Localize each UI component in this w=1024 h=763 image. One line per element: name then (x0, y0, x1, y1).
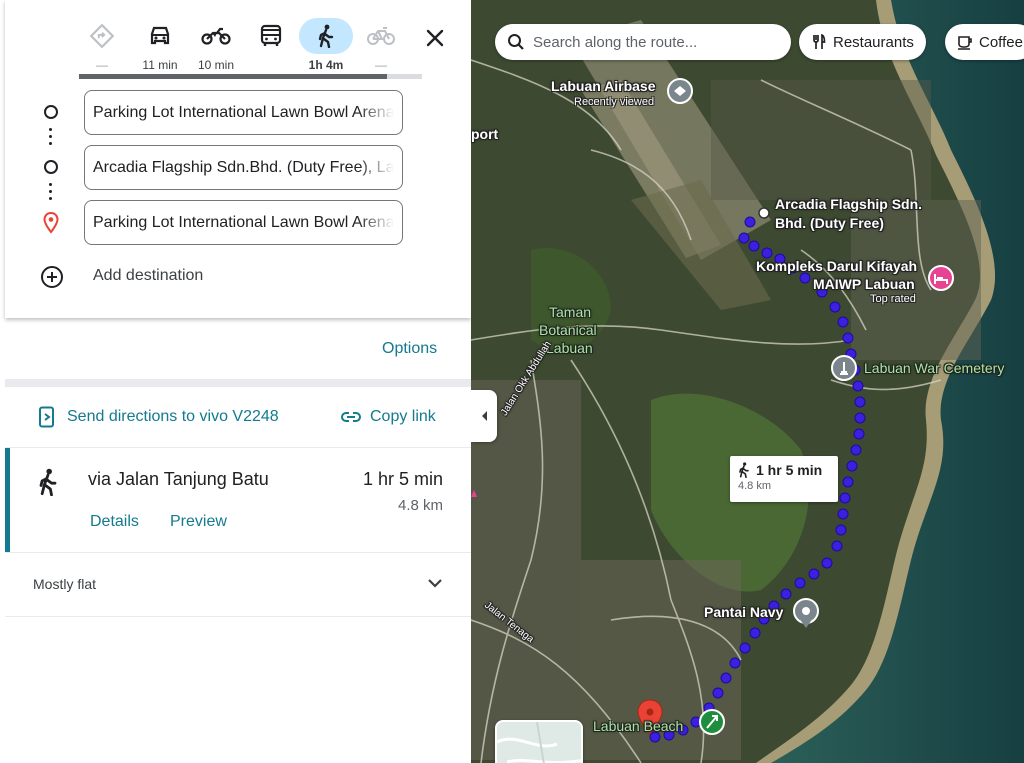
directions-diamond-icon (75, 18, 129, 54)
mode-tab-indicator (79, 74, 422, 79)
mode-walking[interactable]: 1h 4m (298, 18, 354, 74)
walk-icon (739, 462, 749, 478)
mode-cycling[interactable]: — (353, 18, 409, 74)
walk-icon (299, 18, 353, 54)
coffee-cup-icon (958, 36, 972, 50)
chevron-left-icon (482, 411, 487, 421)
search-along-route-input[interactable]: Search along the route... (495, 24, 791, 60)
place-label[interactable]: MAIWP Labuan (813, 276, 915, 292)
send-directions-button[interactable]: Send directions to vivo V2248 (67, 408, 279, 426)
waypoint-mid-input[interactable]: Arcadia Flagship Sdn.Bhd. (Duty Free), L… (84, 145, 403, 190)
waypoint-connector (49, 183, 53, 204)
collapse-panel-button[interactable] (471, 390, 497, 442)
place-label[interactable]: Labuan Airbase (551, 78, 656, 94)
divider (5, 552, 471, 553)
fork-knife-icon (813, 34, 826, 49)
place-label[interactable]: port (471, 126, 498, 142)
close-directions-button[interactable] (419, 22, 451, 54)
chip-restaurants-label: Restaurants (833, 33, 914, 51)
red-pin-icon (43, 212, 59, 234)
car-icon (133, 18, 187, 54)
directions-header: — 11 min 10 min 1h 4m — Parking Lot Inte… (5, 0, 471, 318)
link-icon[interactable] (341, 409, 361, 425)
search-placeholder: Search along the route... (533, 33, 698, 51)
add-destination-button[interactable]: Add destination (93, 267, 203, 285)
route-via-label: via Jalan Tanjung Batu (88, 469, 269, 489)
waypoint-end-value: Parking Lot International Lawn Bowl Aren… (93, 213, 394, 231)
waypoint-start-circle-icon (44, 105, 58, 119)
mode-transit-duration (243, 58, 299, 72)
place-label[interactable]: Labuan War Cemetery (864, 360, 1004, 376)
map-canvas[interactable]: Search along the route... Restaurants Co… (471, 0, 1024, 763)
eta-distance: 4.8 km (738, 480, 772, 492)
search-icon (508, 34, 524, 50)
place-sublabel: Recently viewed (574, 96, 655, 108)
close-icon (426, 29, 444, 47)
mode-driving[interactable]: 11 min (132, 18, 188, 74)
mode-tab-indicator-fill (79, 74, 387, 79)
send-to-phone-icon[interactable] (38, 406, 56, 428)
elevation-summary[interactable]: Mostly flat (33, 576, 96, 592)
place-label[interactable]: Pantai Navy (704, 604, 783, 620)
mode-cycling-duration: — (375, 58, 387, 72)
bicycle-icon (354, 18, 408, 54)
eta-duration: 1 hr 5 min (756, 462, 823, 478)
mode-motorcycle-duration: 10 min (197, 58, 235, 72)
section-divider (5, 379, 471, 387)
options-button[interactable]: Options (382, 340, 437, 358)
chevron-down-icon[interactable] (427, 577, 443, 589)
chip-coffee[interactable]: Coffee (945, 24, 1024, 60)
mode-walking-duration: 1h 4m (308, 58, 344, 72)
route-duration: 1 hr 5 min (362, 469, 443, 489)
copy-link-button[interactable]: Copy link (370, 408, 436, 426)
route-eta-bubble[interactable]: 1 hr 5 min 4.8 km (730, 456, 838, 502)
route-details-button[interactable]: Details (90, 513, 139, 531)
place-label[interactable]: Bhd. (Duty Free) (775, 215, 884, 231)
layers-thumbnail (497, 722, 581, 763)
waypoint-mid-value: Arcadia Flagship Sdn.Bhd. (Duty Free), L… (93, 158, 394, 176)
waypoint-connector (49, 128, 53, 149)
motorcycle-icon (189, 18, 243, 54)
place-label[interactable]: Labuan (546, 340, 593, 356)
selected-route-accent (5, 448, 10, 552)
add-circle-icon[interactable] (40, 265, 64, 289)
mode-driving-duration: 11 min (142, 58, 178, 72)
place-label[interactable]: Labuan Beach (593, 718, 683, 734)
waypoint-mid-circle-icon (44, 160, 58, 174)
divider (5, 616, 471, 617)
mode-best[interactable]: — (74, 18, 130, 74)
directions-panel: — 11 min 10 min 1h 4m — Parking Lot Inte… (0, 0, 471, 763)
satellite-imagery (471, 0, 1024, 763)
waypoint-end-input[interactable]: Parking Lot International Lawn Bowl Aren… (84, 200, 403, 245)
place-label[interactable]: Taman (549, 304, 591, 320)
walk-icon (39, 468, 57, 496)
chip-restaurants[interactable]: Restaurants (799, 24, 926, 60)
place-sublabel: Top rated (870, 293, 916, 305)
map-layers-button[interactable] (495, 720, 583, 763)
waypoint-start-input[interactable]: Parking Lot International Lawn Bowl Aren… (84, 90, 403, 135)
mode-best-duration: — (96, 58, 108, 72)
waypoint-marker (758, 207, 770, 219)
route-preview-button[interactable]: Preview (170, 513, 227, 531)
mode-motorcycle[interactable]: 10 min (188, 18, 244, 74)
place-label[interactable]: Botanical (539, 322, 597, 338)
mode-transit[interactable] (243, 18, 299, 74)
waypoint-start-value: Parking Lot International Lawn Bowl Aren… (93, 103, 394, 121)
place-label[interactable]: Arcadia Flagship Sdn. (775, 196, 922, 212)
chip-coffee-label: Coffee (979, 33, 1023, 51)
bus-icon (244, 18, 298, 54)
route-distance: 4.8 km (397, 497, 443, 514)
place-label[interactable]: Kompleks Darul Kifayah (756, 258, 917, 274)
route-option-card[interactable]: via Jalan Tanjung Batu 1 hr 5 min 4.8 km… (5, 448, 471, 552)
